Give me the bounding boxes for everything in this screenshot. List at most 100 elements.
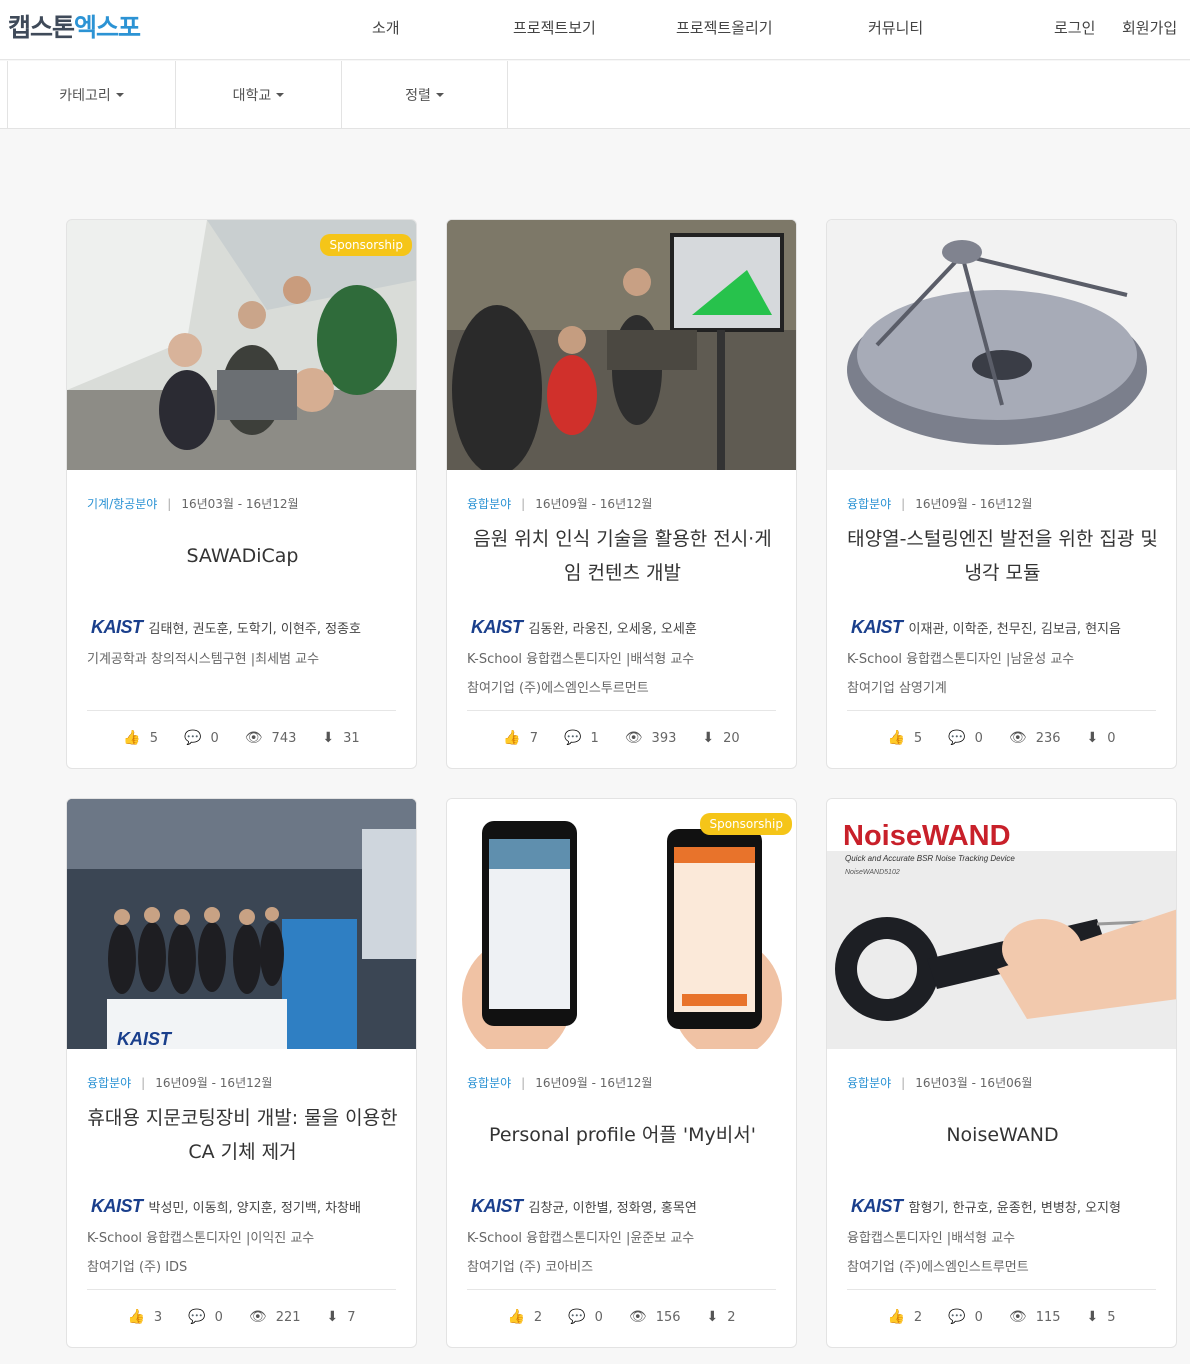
- project-card[interactable]: Sponsorship 기계/항공분야 | 16년03월 - 16년12월 SAWA…: [66, 219, 417, 769]
- comment-icon: 💬: [568, 1309, 586, 1325]
- view-stat: 👁 393: [625, 730, 677, 746]
- comment-stat[interactable]: 💬 0: [188, 1309, 223, 1325]
- project-card[interactable]: Sponsorship 융합분야 | 16년09월 - 16년12월 Persona…: [446, 798, 797, 1348]
- comment-stat[interactable]: 💬 0: [568, 1309, 603, 1325]
- meta-separator: |: [141, 1076, 146, 1090]
- project-thumbnail[interactable]: Sponsorship: [67, 220, 416, 470]
- comment-stat[interactable]: 💬 0: [948, 1309, 983, 1325]
- booth-kaist-sign: KAIST: [117, 1029, 173, 1049]
- download-stat[interactable]: ⬇ 7: [327, 1309, 356, 1325]
- like-stat[interactable]: 👍 2: [887, 1309, 922, 1325]
- views-count: 221: [275, 1309, 301, 1325]
- download-icon: ⬇: [322, 730, 335, 746]
- comment-stat[interactable]: 💬 0: [948, 730, 983, 746]
- project-thumbnail[interactable]: KAIST: [67, 799, 416, 1049]
- views-count: 236: [1035, 730, 1061, 746]
- course-info: K-School 융합캡스톤디자인 |남윤성 교수: [847, 652, 1075, 667]
- filter-bar: 카테고리 대학교 정렬: [0, 61, 1190, 129]
- like-stat[interactable]: 👍 5: [887, 730, 922, 746]
- category-label[interactable]: 융합분야: [467, 1076, 511, 1090]
- category-label[interactable]: 기계/항공분야: [87, 497, 157, 511]
- card-meta: 융합분야 | 16년03월 - 16년06월: [847, 1074, 1032, 1091]
- university-members: KAIST 박성민, 이동희, 양지훈, 정기백, 차창배: [91, 1196, 361, 1217]
- comments-count: 0: [974, 730, 983, 746]
- caret-down-icon: [115, 92, 124, 97]
- category-dropdown-label: 카테고리: [59, 87, 111, 104]
- comment-stat[interactable]: 💬 0: [184, 730, 219, 746]
- download-stat[interactable]: ⬇ 20: [702, 730, 739, 746]
- like-stat[interactable]: 👍 7: [503, 730, 538, 746]
- logo-part-1: 캡스톤: [8, 13, 75, 42]
- comment-icon: 💬: [184, 730, 202, 746]
- partner-company: 참여기업 (주)에스엠인스트루먼트: [847, 1260, 1029, 1275]
- category-label[interactable]: 융합분야: [847, 1076, 891, 1090]
- project-card[interactable]: NoiseWAND Quick and Accurate BSR Noise T…: [826, 798, 1177, 1348]
- thumbs-up-icon: 👍: [127, 1309, 145, 1325]
- project-title[interactable]: NoiseWAND: [845, 1099, 1160, 1171]
- comments-count: 1: [590, 730, 599, 746]
- course-info: K-School 융합캡스톤디자인 |윤준보 교수: [467, 1231, 695, 1246]
- download-stat[interactable]: ⬇ 0: [1087, 730, 1116, 746]
- card-stats: 👍 5 💬 0 👁 743 ⬇ 31: [67, 730, 416, 746]
- course-info: 융합캡스톤디자인 |배석형 교수: [847, 1231, 1016, 1246]
- signup-link[interactable]: 회원가입: [1122, 17, 1177, 38]
- university-logo: KAIST: [471, 1196, 523, 1216]
- project-card[interactable]: 융합분야 | 16년09월 - 16년12월 음원 위치 인식 기술을 활용한 전시…: [446, 219, 797, 769]
- likes-count: 2: [913, 1309, 923, 1325]
- project-thumbnail[interactable]: Sponsorship: [447, 799, 796, 1049]
- downloads-count: 20: [723, 730, 740, 746]
- period-label: 16년09월 - 16년12월: [535, 1076, 653, 1090]
- nav-community[interactable]: 커뮤니티: [868, 17, 923, 38]
- project-thumbnail[interactable]: [447, 220, 796, 470]
- download-stat[interactable]: ⬇ 2: [707, 1309, 736, 1325]
- like-stat[interactable]: 👍 2: [507, 1309, 542, 1325]
- members-list: 김태현, 권도훈, 도학기, 이현주, 정종호: [148, 622, 361, 637]
- login-link[interactable]: 로그인: [1054, 17, 1095, 38]
- project-title[interactable]: 휴대용 지문코팅장비 개발: 물을 이용한 CA 기체 제거: [85, 1099, 400, 1171]
- card-stats: 👍 2 💬 0 👁 156 ⬇ 2: [447, 1309, 796, 1325]
- nav-browse-projects[interactable]: 프로젝트보기: [513, 17, 596, 38]
- card-divider: [87, 710, 396, 711]
- card-divider: [467, 1289, 776, 1290]
- site-logo[interactable]: 캡스톤엑스포: [8, 8, 141, 44]
- like-stat[interactable]: 👍 3: [127, 1309, 162, 1325]
- likes-count: 2: [533, 1309, 543, 1325]
- university-dropdown[interactable]: 대학교: [176, 61, 342, 128]
- project-thumbnail[interactable]: [827, 220, 1176, 470]
- university-dropdown-label: 대학교: [232, 87, 272, 104]
- downloads-count: 7: [347, 1309, 356, 1325]
- meta-separator: |: [521, 1076, 526, 1090]
- project-title[interactable]: 음원 위치 인식 기술을 활용한 전시·게임 컨텐츠 개발: [465, 520, 780, 592]
- card-divider: [467, 710, 776, 711]
- project-card[interactable]: 융합분야 | 16년09월 - 16년12월 태양열-스털링엔진 발전을 위한 집광…: [826, 219, 1177, 769]
- category-label[interactable]: 융합분야: [467, 497, 511, 511]
- booth-photo-image: KAIST: [67, 799, 416, 1049]
- sponsorship-badge: Sponsorship: [700, 813, 792, 835]
- caret-down-icon: [276, 92, 285, 97]
- comment-stat[interactable]: 💬 1: [564, 730, 599, 746]
- nav-about[interactable]: 소개: [372, 17, 400, 38]
- noisewand-tagline: Quick and Accurate BSR Noise Tracking De…: [845, 854, 1015, 863]
- sort-dropdown[interactable]: 정렬: [342, 61, 508, 128]
- download-stat[interactable]: ⬇ 5: [1087, 1309, 1116, 1325]
- card-divider: [847, 1289, 1156, 1290]
- project-card[interactable]: KAIST 융합분야 | 16년09월 - 16년12월 휴대용 지문코팅장비 개발…: [66, 798, 417, 1348]
- university-members: KAIST 김동완, 라웅진, 오세웅, 오세훈: [471, 617, 697, 638]
- category-label[interactable]: 융합분야: [847, 497, 891, 511]
- view-stat: 👁 743: [245, 730, 297, 746]
- category-dropdown[interactable]: 카테고리: [8, 61, 176, 128]
- noisewand-logo-text: NoiseWAND: [843, 820, 1011, 852]
- nav-upload-project[interactable]: 프로젝트올리기: [676, 17, 773, 38]
- period-label: 16년03월 - 16년12월: [181, 497, 299, 511]
- project-title[interactable]: Personal profile 어플 'My비서': [465, 1099, 780, 1171]
- like-stat[interactable]: 👍 5: [123, 730, 158, 746]
- category-label[interactable]: 융합분야: [87, 1076, 131, 1090]
- download-stat[interactable]: ⬇ 31: [322, 730, 359, 746]
- thumbs-up-icon: 👍: [887, 730, 905, 746]
- project-title[interactable]: 태양열-스털링엔진 발전을 위한 집광 및 냉각 모듈: [845, 520, 1160, 592]
- university-members: KAIST 함형기, 한규호, 윤종헌, 변병창, 오지형: [851, 1196, 1121, 1217]
- card-meta: 융합분야 | 16년09월 - 16년12월: [87, 1074, 272, 1091]
- project-title[interactable]: SAWADiCap: [85, 520, 400, 592]
- project-thumbnail[interactable]: NoiseWAND Quick and Accurate BSR Noise T…: [827, 799, 1176, 1049]
- thumbs-up-icon: 👍: [887, 1309, 905, 1325]
